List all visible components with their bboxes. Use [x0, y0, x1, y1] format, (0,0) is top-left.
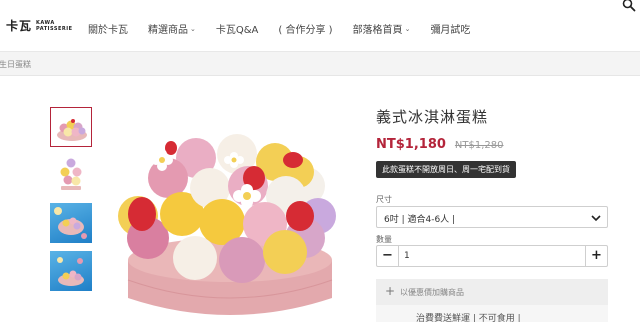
logo-sub-text: KAWA PATISSERIE: [36, 20, 72, 32]
chevron-down-icon: ⌄: [190, 24, 196, 33]
site-logo[interactable]: 卡瓦 KAWA PATISSERIE: [6, 17, 73, 34]
nav-item-label: 精選商品: [148, 25, 188, 36]
size-label: 尺寸: [376, 195, 392, 204]
thumbnail-2[interactable]: [50, 155, 92, 195]
quantity-stepper: − 1 +: [376, 245, 608, 267]
breadcrumb[interactable]: 生日蛋糕: [0, 59, 31, 70]
delivery-notice-badge: 此款蛋糕不開放周日、周一宅配到貨: [376, 161, 516, 178]
size-select[interactable]: 6吋 | 適合4-6人 |: [376, 206, 608, 228]
size-select-value: 6吋 | 適合4-6人 |: [384, 215, 456, 225]
breadcrumb-bar: 生日蛋糕: [0, 52, 640, 76]
original-price: NT$1,280: [454, 140, 504, 151]
quantity-decrease-button[interactable]: −: [377, 246, 399, 266]
quantity-label: 數量: [376, 235, 392, 244]
logo-main-text: 卡瓦: [6, 19, 33, 33]
chevron-down-icon: ⌄: [404, 24, 411, 33]
plus-icon: +: [385, 284, 396, 298]
addon-item[interactable]: 治費費送鮮運 | 不可食用 |: [376, 305, 608, 322]
nav-item-label: 卡瓦Q&A: [215, 25, 259, 36]
nav-item-label: 彌月試吃: [430, 25, 471, 36]
cake-thumbnail-image: [54, 207, 87, 239]
search-icon[interactable]: [622, 0, 636, 12]
quantity-increase-button[interactable]: +: [585, 246, 607, 266]
nav-item-blog[interactable]: 部落格首頁 ⌄: [352, 21, 411, 37]
product-title: 義式冰淇淋蛋糕: [376, 108, 489, 126]
price-row: NT$1,180 NT$1,280: [376, 137, 504, 152]
cake-thumbnail-image: [57, 257, 84, 286]
nav-item-tasting[interactable]: 彌月試吃: [430, 21, 470, 36]
sale-price: NT$1,180: [376, 137, 446, 152]
thumbnail-3[interactable]: [50, 203, 92, 243]
nav-item-label: 關於卡瓦: [88, 25, 128, 36]
addon-section-toggle[interactable]: + 以優惠價加購商品: [376, 279, 608, 305]
site-header: 卡瓦 KAWA PATISSERIE 關於卡瓦 精選商品 ⌄ 卡瓦Q&A ( 合…: [0, 0, 640, 52]
logo-line-2: PATISSERIE: [36, 25, 73, 32]
thumbnail-4[interactable]: [50, 251, 92, 291]
thumbnail-1[interactable]: [50, 107, 92, 147]
nav-item-label: 部落格首頁: [352, 25, 403, 36]
cake-thumbnail-image: [57, 119, 87, 141]
main-nav: 關於卡瓦 精選商品 ⌄ 卡瓦Q&A ( 合作分享 ) 部落格首頁 ⌄ 彌月試吃: [88, 21, 490, 37]
chevron-down-icon: [591, 215, 601, 222]
quantity-value[interactable]: 1: [404, 251, 410, 261]
nav-item-qa[interactable]: 卡瓦Q&A: [216, 21, 259, 36]
nav-item-products[interactable]: 精選商品 ⌄: [148, 21, 196, 37]
nav-item-about[interactable]: 關於卡瓦: [88, 21, 128, 36]
product-main-image: [118, 134, 336, 315]
nav-item-label: ( 合作分享 ): [278, 25, 333, 36]
addon-section-label: 以優惠價加購商品: [400, 288, 464, 297]
nav-item-collab[interactable]: ( 合作分享 ): [278, 21, 332, 36]
addon-item-label: 治費費送鮮運 | 不可食用 |: [416, 314, 521, 322]
cake-thumbnail-image: [50, 155, 92, 195]
